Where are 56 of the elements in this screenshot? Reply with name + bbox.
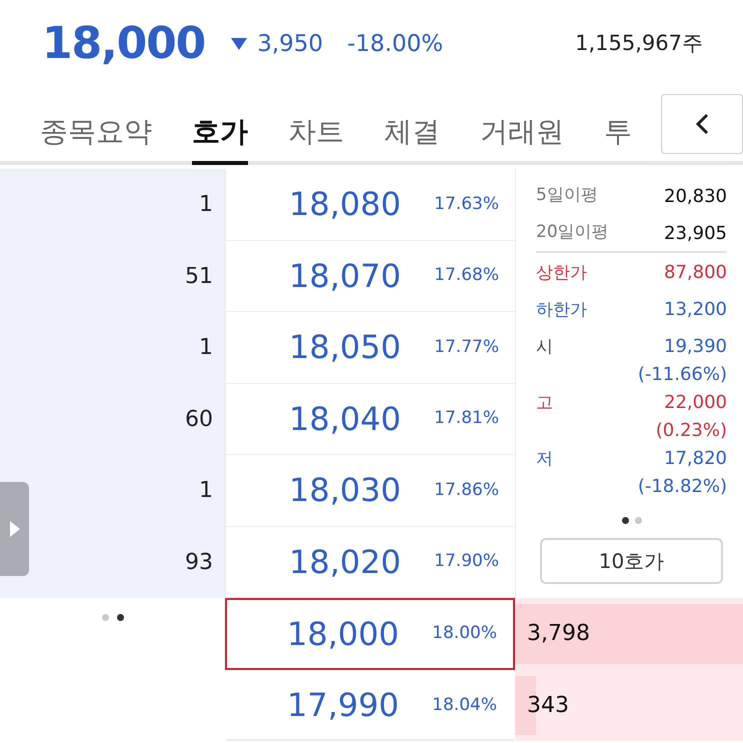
price-change: 3,950 <box>257 30 324 59</box>
ask-price: 18,020 <box>289 542 401 583</box>
ask-price: 18,080 <box>289 184 401 226</box>
sell-quantity: 1 <box>199 334 213 362</box>
sell-quantity: 1 <box>199 191 213 220</box>
average-value: 23,905 <box>664 222 727 246</box>
ten-levels-button[interactable]: 10호가 <box>540 538 723 584</box>
current-price: 18,000 <box>42 17 206 71</box>
stat-label: 상한가 <box>536 262 587 285</box>
sell-quantity: 1 <box>199 477 213 506</box>
ask-rate: 17.81% <box>433 407 499 430</box>
stat-label: 저 <box>536 448 553 471</box>
average-value: 20,830 <box>664 184 727 208</box>
sell-quantity: 51 <box>185 262 213 291</box>
stat-value: 13,200 <box>664 298 727 322</box>
tab[interactable]: 거래원 <box>480 88 564 165</box>
ask-rate: 17.90% <box>433 550 499 573</box>
stat-value: 19,390 <box>664 335 727 359</box>
ask-rate: 17.68% <box>433 264 499 287</box>
ask-price: 18,040 <box>289 398 401 440</box>
chevron-left-icon <box>695 113 709 135</box>
tab[interactable]: 호가 <box>192 88 248 165</box>
stat-rate: (-18.82%) <box>638 475 727 499</box>
play-triangle-icon <box>10 521 20 537</box>
ask-rate: 17.63% <box>433 192 499 216</box>
ask-rate: 17.86% <box>433 478 499 502</box>
ask-price: 18,050 <box>289 327 401 368</box>
change-rate: -18.00% <box>347 30 444 59</box>
stat-label: 시 <box>536 336 553 359</box>
ask-price: 18,070 <box>289 256 401 297</box>
tab[interactable]: 체결 <box>384 88 440 165</box>
trade-volume: 1,155,967주 <box>575 30 703 58</box>
stat-label: 고 <box>536 392 553 415</box>
ask-rate: 17.77% <box>433 336 499 358</box>
bid-rate: 18.00% <box>431 622 497 645</box>
sell-quantity: 60 <box>185 406 213 434</box>
average-label: 5일이평 <box>536 184 598 208</box>
ask-price: 18,030 <box>289 470 401 512</box>
bid-rate: 18.04% <box>431 694 497 716</box>
stat-label: 하한가 <box>536 299 587 322</box>
tab[interactable]: 차트 <box>288 88 344 165</box>
bid-price: 18,000 <box>287 614 399 655</box>
bid-price: 17,990 <box>287 685 399 726</box>
back-button[interactable] <box>661 94 743 154</box>
sell-quantity: 93 <box>185 548 213 577</box>
bid-quantity: 3,798 <box>527 620 590 648</box>
stat-rate: (-11.66%) <box>638 363 727 387</box>
stat-value: 87,800 <box>664 261 727 285</box>
tab[interactable]: 종목요약 <box>40 88 152 165</box>
stat-value: 22,000 <box>664 391 727 415</box>
stat-rate: (0.23%) <box>656 419 727 443</box>
tab[interactable]: 투 <box>604 88 632 165</box>
average-label: 20일이평 <box>536 221 609 244</box>
stat-value: 17,820 <box>664 447 727 471</box>
bid-quantity: 343 <box>527 692 569 720</box>
side-panel-handle[interactable] <box>0 482 29 576</box>
